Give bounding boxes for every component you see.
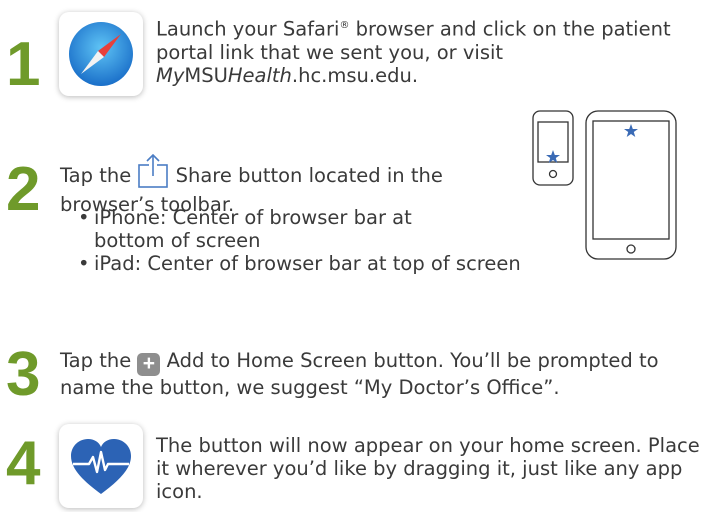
url-part-health: Health [227,63,292,87]
step-number-2: 2 [6,155,41,224]
plus-button-icon: + [137,353,161,376]
bullet-iphone: iPhone: Center of browser bar at bottom … [78,206,444,252]
ipad-outline-icon [585,110,677,264]
heart-app-tile [59,424,143,508]
registered-mark: ® [339,20,350,31]
step-number-4: 4 [6,429,41,498]
step-3-text: Tap the + Add to Home Screen button. You… [60,349,700,399]
step-number-3: 3 [6,340,41,409]
bullet-ipad: iPad: Center of browser bar at top of sc… [78,252,578,275]
share-icon [137,153,169,193]
step-4-text: The button will now appear on your home … [156,434,700,503]
step-number-1: 1 [6,30,41,99]
url-part-my: My [156,63,185,87]
step-1-text-a: Launch your Safari [156,17,340,41]
step-2-text-a: Tap the [60,164,132,187]
step-2-bullets: iPhone: Center of browser bar at bottom … [78,206,578,275]
heart-pulse-icon [71,439,131,494]
url-part-msu: MSU [184,63,228,87]
step-3-text-a: Tap the [60,349,132,372]
iphone-outline-icon [532,110,574,190]
safari-compass-icon [69,22,133,86]
url-part-domain: .hc.msu.edu. [291,63,419,87]
safari-app-tile [59,12,143,96]
step-1-text: Launch your Safari® browser and click on… [156,14,676,87]
